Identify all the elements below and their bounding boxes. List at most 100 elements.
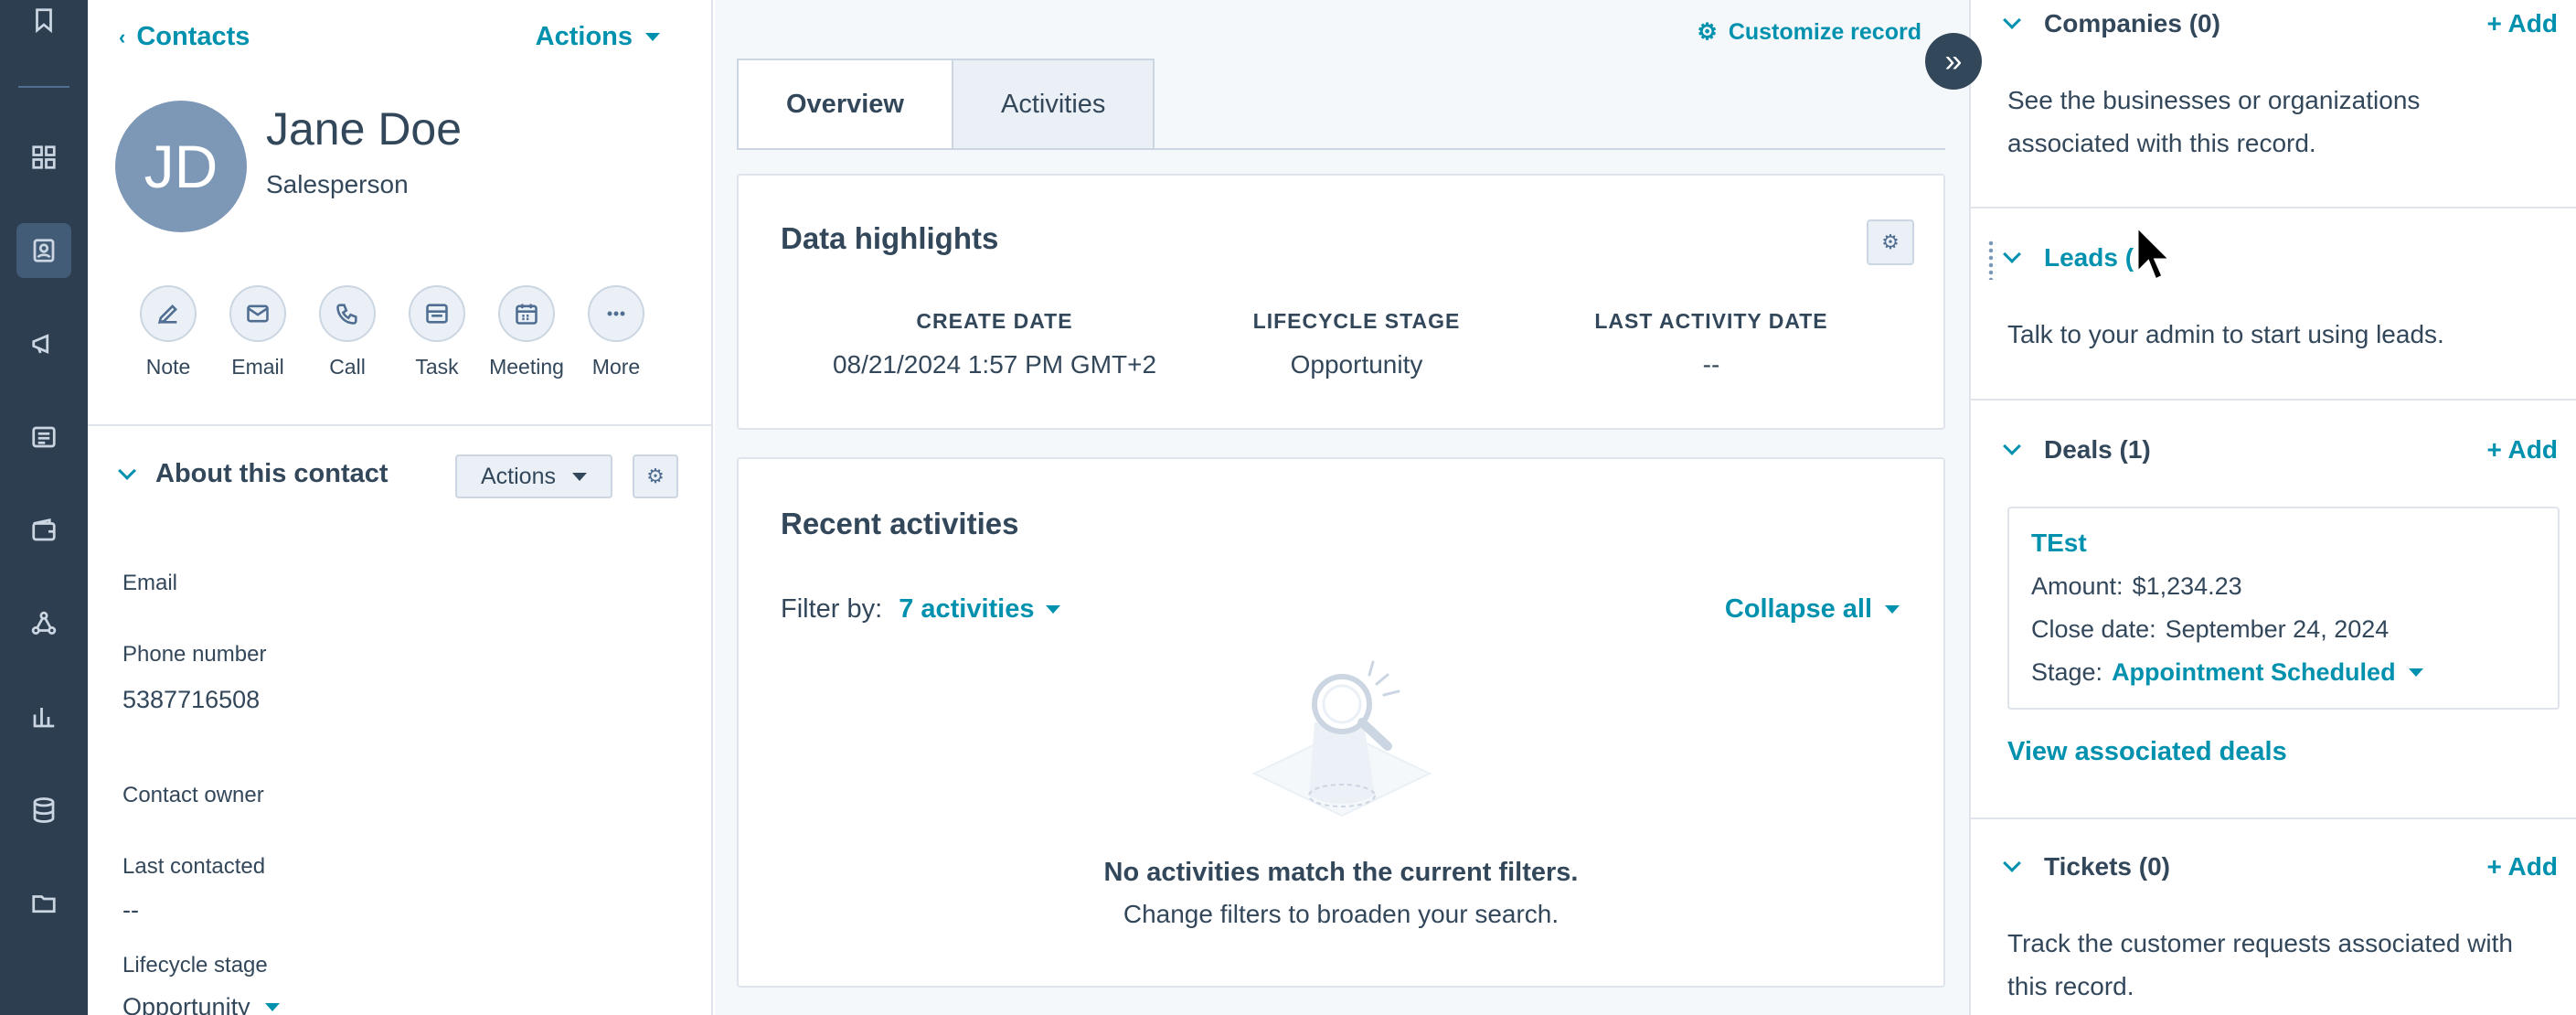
gear-icon[interactable]: ⚙: [1867, 219, 1914, 265]
tickets-section-toggle[interactable]: Tickets (0): [2003, 852, 2170, 881]
library-icon[interactable]: [16, 876, 71, 931]
highlight-label: LIFECYCLE STAGE: [1252, 309, 1461, 333]
deals-section-toggle[interactable]: Deals (1): [2003, 435, 2151, 465]
envelope-icon[interactable]: [229, 285, 286, 342]
filter-value: 7 activities: [899, 594, 1035, 624]
view-associated-deals-link[interactable]: View associated deals: [2007, 737, 2287, 767]
about-section-toggle[interactable]: About this contact: [118, 459, 389, 489]
add-ticket-button[interactable]: + Add: [2486, 852, 2558, 881]
contact-actions-dropdown[interactable]: Actions: [536, 22, 660, 52]
empty-state-title: No activities match the current filters.: [1103, 858, 1579, 887]
contacts-icon[interactable]: [16, 223, 71, 278]
email-property-label: Email: [122, 571, 178, 595]
deal-card: TEst Amount: $1,234.23 Close date: Septe…: [2007, 507, 2560, 710]
chevron-down-icon: [118, 461, 136, 480]
meeting-label: Meeting: [489, 355, 564, 379]
phone-icon[interactable]: [319, 285, 376, 342]
customize-record-link[interactable]: ⚙ Customize record: [1697, 18, 1921, 46]
highlight-label: CREATE DATE: [916, 309, 1073, 333]
deal-close-label: Close date:: [2031, 615, 2156, 643]
megaphone-icon[interactable]: [16, 316, 71, 371]
companies-title: Companies (0): [2044, 9, 2220, 37]
caret-down-icon: [2408, 668, 2423, 677]
contact-panel: ‹ Contacts Actions JD Jane Doe Salespers…: [88, 0, 713, 1015]
tab-activities[interactable]: Activities: [953, 59, 1155, 150]
leads-description: Talk to your admin to start using leads.: [2007, 320, 2444, 348]
gear-icon[interactable]: ⚙: [633, 454, 678, 498]
owner-property-label: Contact owner: [122, 783, 264, 807]
task-icon[interactable]: [409, 285, 465, 342]
highlight-lifecycle-stage: LIFECYCLE STAGE Opportunity: [1183, 309, 1530, 379]
double-chevron-right-icon: »: [1944, 43, 1963, 79]
highlight-value: 08/21/2024 1:57 PM GMT+2: [832, 350, 1157, 379]
task-action[interactable]: Task: [408, 285, 466, 379]
meeting-action[interactable]: Meeting: [489, 285, 564, 379]
back-to-contacts-link[interactable]: ‹ Contacts: [119, 22, 250, 52]
expand-sidebar-button[interactable]: »: [1925, 33, 1982, 90]
caret-down-icon: [571, 472, 587, 481]
reports-icon[interactable]: [16, 689, 71, 744]
more-label: More: [591, 355, 641, 379]
mouse-cursor-icon: [2135, 225, 2172, 283]
automation-icon[interactable]: [16, 596, 71, 651]
caret-down-icon: [1885, 605, 1900, 614]
phone-property-value[interactable]: 5387716508: [122, 686, 260, 714]
tickets-description: Track the customer requests associated w…: [2007, 929, 2513, 1000]
magnifier-illustration-icon: [1251, 660, 1432, 817]
filter-label: Filter by:: [781, 594, 883, 624]
tab-overview[interactable]: Overview: [737, 59, 953, 150]
lifecycle-property-label: Lifecycle stage: [122, 953, 268, 978]
highlight-label: LAST ACTIVITY DATE: [1594, 309, 1828, 333]
avatar[interactable]: JD: [115, 101, 247, 232]
nav-divider: [18, 86, 69, 88]
lifecycle-property-dropdown[interactable]: Opportunity: [122, 993, 280, 1015]
caret-down-icon: [1045, 605, 1060, 614]
deal-stage-dropdown[interactable]: Appointment Scheduled: [2112, 658, 2423, 687]
activity-filter-dropdown[interactable]: 7 activities: [899, 594, 1060, 625]
gear-icon: ⚙: [1697, 19, 1718, 45]
highlight-last-activity: LAST ACTIVITY DATE --: [1538, 309, 1885, 379]
highlights-title: Data highlights: [781, 221, 999, 255]
leads-title: Leads (: [2044, 243, 2134, 272]
leads-section-toggle[interactable]: Leads (: [2003, 243, 2134, 272]
about-actions-button[interactable]: Actions: [455, 454, 612, 498]
companies-section-toggle[interactable]: Companies (0): [2003, 9, 2220, 38]
add-company-button[interactable]: + Add: [2486, 9, 2558, 38]
record-tabs: Overview Activities: [737, 59, 1155, 150]
tab-underline: [737, 148, 1945, 150]
nav-rail: [0, 0, 88, 1015]
note-action[interactable]: Note: [139, 285, 197, 379]
more-icon[interactable]: [588, 285, 644, 342]
highlight-value: Opportunity: [1290, 350, 1423, 379]
divider: [88, 424, 713, 426]
add-deal-button[interactable]: + Add: [2486, 435, 2558, 465]
email-action[interactable]: Email: [229, 285, 287, 379]
call-action[interactable]: Call: [318, 285, 377, 379]
divider: [1971, 399, 2576, 401]
about-actions-label: Actions: [481, 463, 556, 489]
association-sidebar: Companies (0) + Add See the businesses o…: [1969, 0, 2576, 1015]
deals-title: Deals (1): [2044, 435, 2151, 464]
grid-icon[interactable]: [16, 130, 71, 185]
commerce-icon[interactable]: [16, 503, 71, 558]
contact-role: Salesperson: [266, 170, 409, 198]
bookmark-icon[interactable]: [16, 0, 71, 48]
last-contacted-value: --: [122, 896, 139, 924]
divider: [1971, 817, 2576, 819]
email-label: Email: [231, 355, 284, 379]
data-highlights-card: Data highlights ⚙ CREATE DATE 08/21/2024…: [737, 174, 1945, 430]
chevron-left-icon: ‹: [119, 25, 126, 48]
collapse-all-dropdown[interactable]: Collapse all: [1725, 594, 1900, 625]
drag-handle-icon[interactable]: [1987, 240, 1996, 280]
pencil-icon[interactable]: [140, 285, 197, 342]
deal-name-link[interactable]: TEst: [2031, 529, 2087, 558]
data-icon[interactable]: [16, 783, 71, 838]
main-content: ⚙ Customize record Overview Activities D…: [715, 0, 1969, 1015]
caret-down-icon: [645, 33, 660, 41]
calendar-icon[interactable]: [498, 285, 555, 342]
content-icon[interactable]: [16, 410, 71, 465]
deal-close-date: Close date: September 24, 2024: [2031, 615, 2389, 644]
more-action[interactable]: More: [587, 285, 645, 379]
highlight-value: --: [1702, 350, 1720, 379]
empty-state-subtitle: Change filters to broaden your search.: [1123, 900, 1559, 928]
